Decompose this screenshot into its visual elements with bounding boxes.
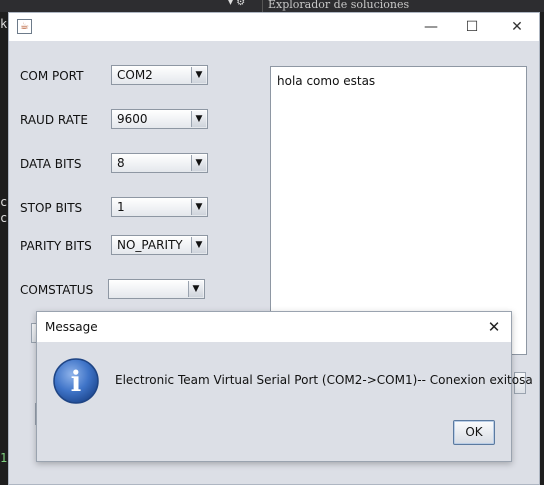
chevron-down-icon[interactable]: ▼ bbox=[191, 199, 206, 215]
baud-rate-label: RAUD RATE bbox=[20, 113, 88, 127]
chevron-down-icon[interactable]: ▼ bbox=[188, 281, 203, 297]
data-bits-value: 8 bbox=[117, 156, 125, 170]
chevron-down-icon[interactable]: ▼ bbox=[191, 237, 206, 253]
java-cup-icon: ☕ bbox=[17, 19, 32, 34]
stop-bits-value: 1 bbox=[117, 200, 125, 214]
info-icon: i bbox=[53, 358, 99, 404]
ide-dropdown-gear-icon[interactable]: ▾ ⚙ bbox=[228, 0, 245, 8]
data-bits-combo[interactable]: 8 ▼ bbox=[111, 153, 208, 173]
chevron-down-icon[interactable]: ▼ bbox=[191, 111, 206, 127]
dialog-close-button[interactable]: ✕ bbox=[483, 316, 505, 338]
dialog-message: Electronic Team Virtual Serial Port (COM… bbox=[115, 373, 533, 387]
dialog-titlebar[interactable]: Message ✕ bbox=[37, 312, 511, 342]
baud-rate-value: 9600 bbox=[117, 112, 148, 126]
app-titlebar[interactable]: ☕ — ☐ ✕ bbox=[9, 13, 539, 41]
chevron-down-icon[interactable]: ▼ bbox=[191, 155, 206, 171]
comstatus-label: COMSTATUS bbox=[20, 283, 94, 297]
stop-bits-combo[interactable]: 1 ▼ bbox=[111, 197, 208, 217]
message-dialog: Message ✕ i Electronic Team Virtual Seri… bbox=[36, 311, 533, 462]
baud-rate-combo[interactable]: 9600 ▼ bbox=[111, 109, 208, 129]
minimize-button[interactable]: — bbox=[416, 17, 446, 37]
comstatus-combo[interactable]: ▼ bbox=[108, 279, 205, 299]
ok-button[interactable]: OK bbox=[453, 420, 495, 445]
stop-bits-label: STOP BITS bbox=[20, 201, 83, 215]
com-port-label: COM PORT bbox=[20, 69, 84, 83]
ide-separator bbox=[262, 0, 263, 12]
chevron-down-icon[interactable]: ▼ bbox=[191, 67, 206, 83]
maximize-button[interactable]: ☐ bbox=[457, 17, 487, 37]
ide-code-fragment: 1 bbox=[0, 451, 8, 465]
info-icon-letter: i bbox=[71, 365, 82, 398]
close-button[interactable]: ✕ bbox=[502, 17, 532, 37]
dialog-title: Message bbox=[45, 320, 98, 334]
ide-toolbar: ▾ ⚙ Explorador de soluciones bbox=[0, 0, 544, 12]
solution-explorer-title[interactable]: Explorador de soluciones bbox=[268, 0, 409, 11]
com-port-combo[interactable]: COM2 ▼ bbox=[111, 65, 208, 85]
com-port-value: COM2 bbox=[117, 68, 153, 82]
parity-bits-label: PARITY BITS bbox=[20, 239, 92, 253]
parity-bits-value: NO_PARITY bbox=[117, 238, 183, 252]
ide-code-fragment: k bbox=[0, 17, 8, 31]
data-bits-label: DATA BITS bbox=[20, 157, 82, 171]
parity-bits-combo[interactable]: NO_PARITY ▼ bbox=[111, 235, 208, 255]
